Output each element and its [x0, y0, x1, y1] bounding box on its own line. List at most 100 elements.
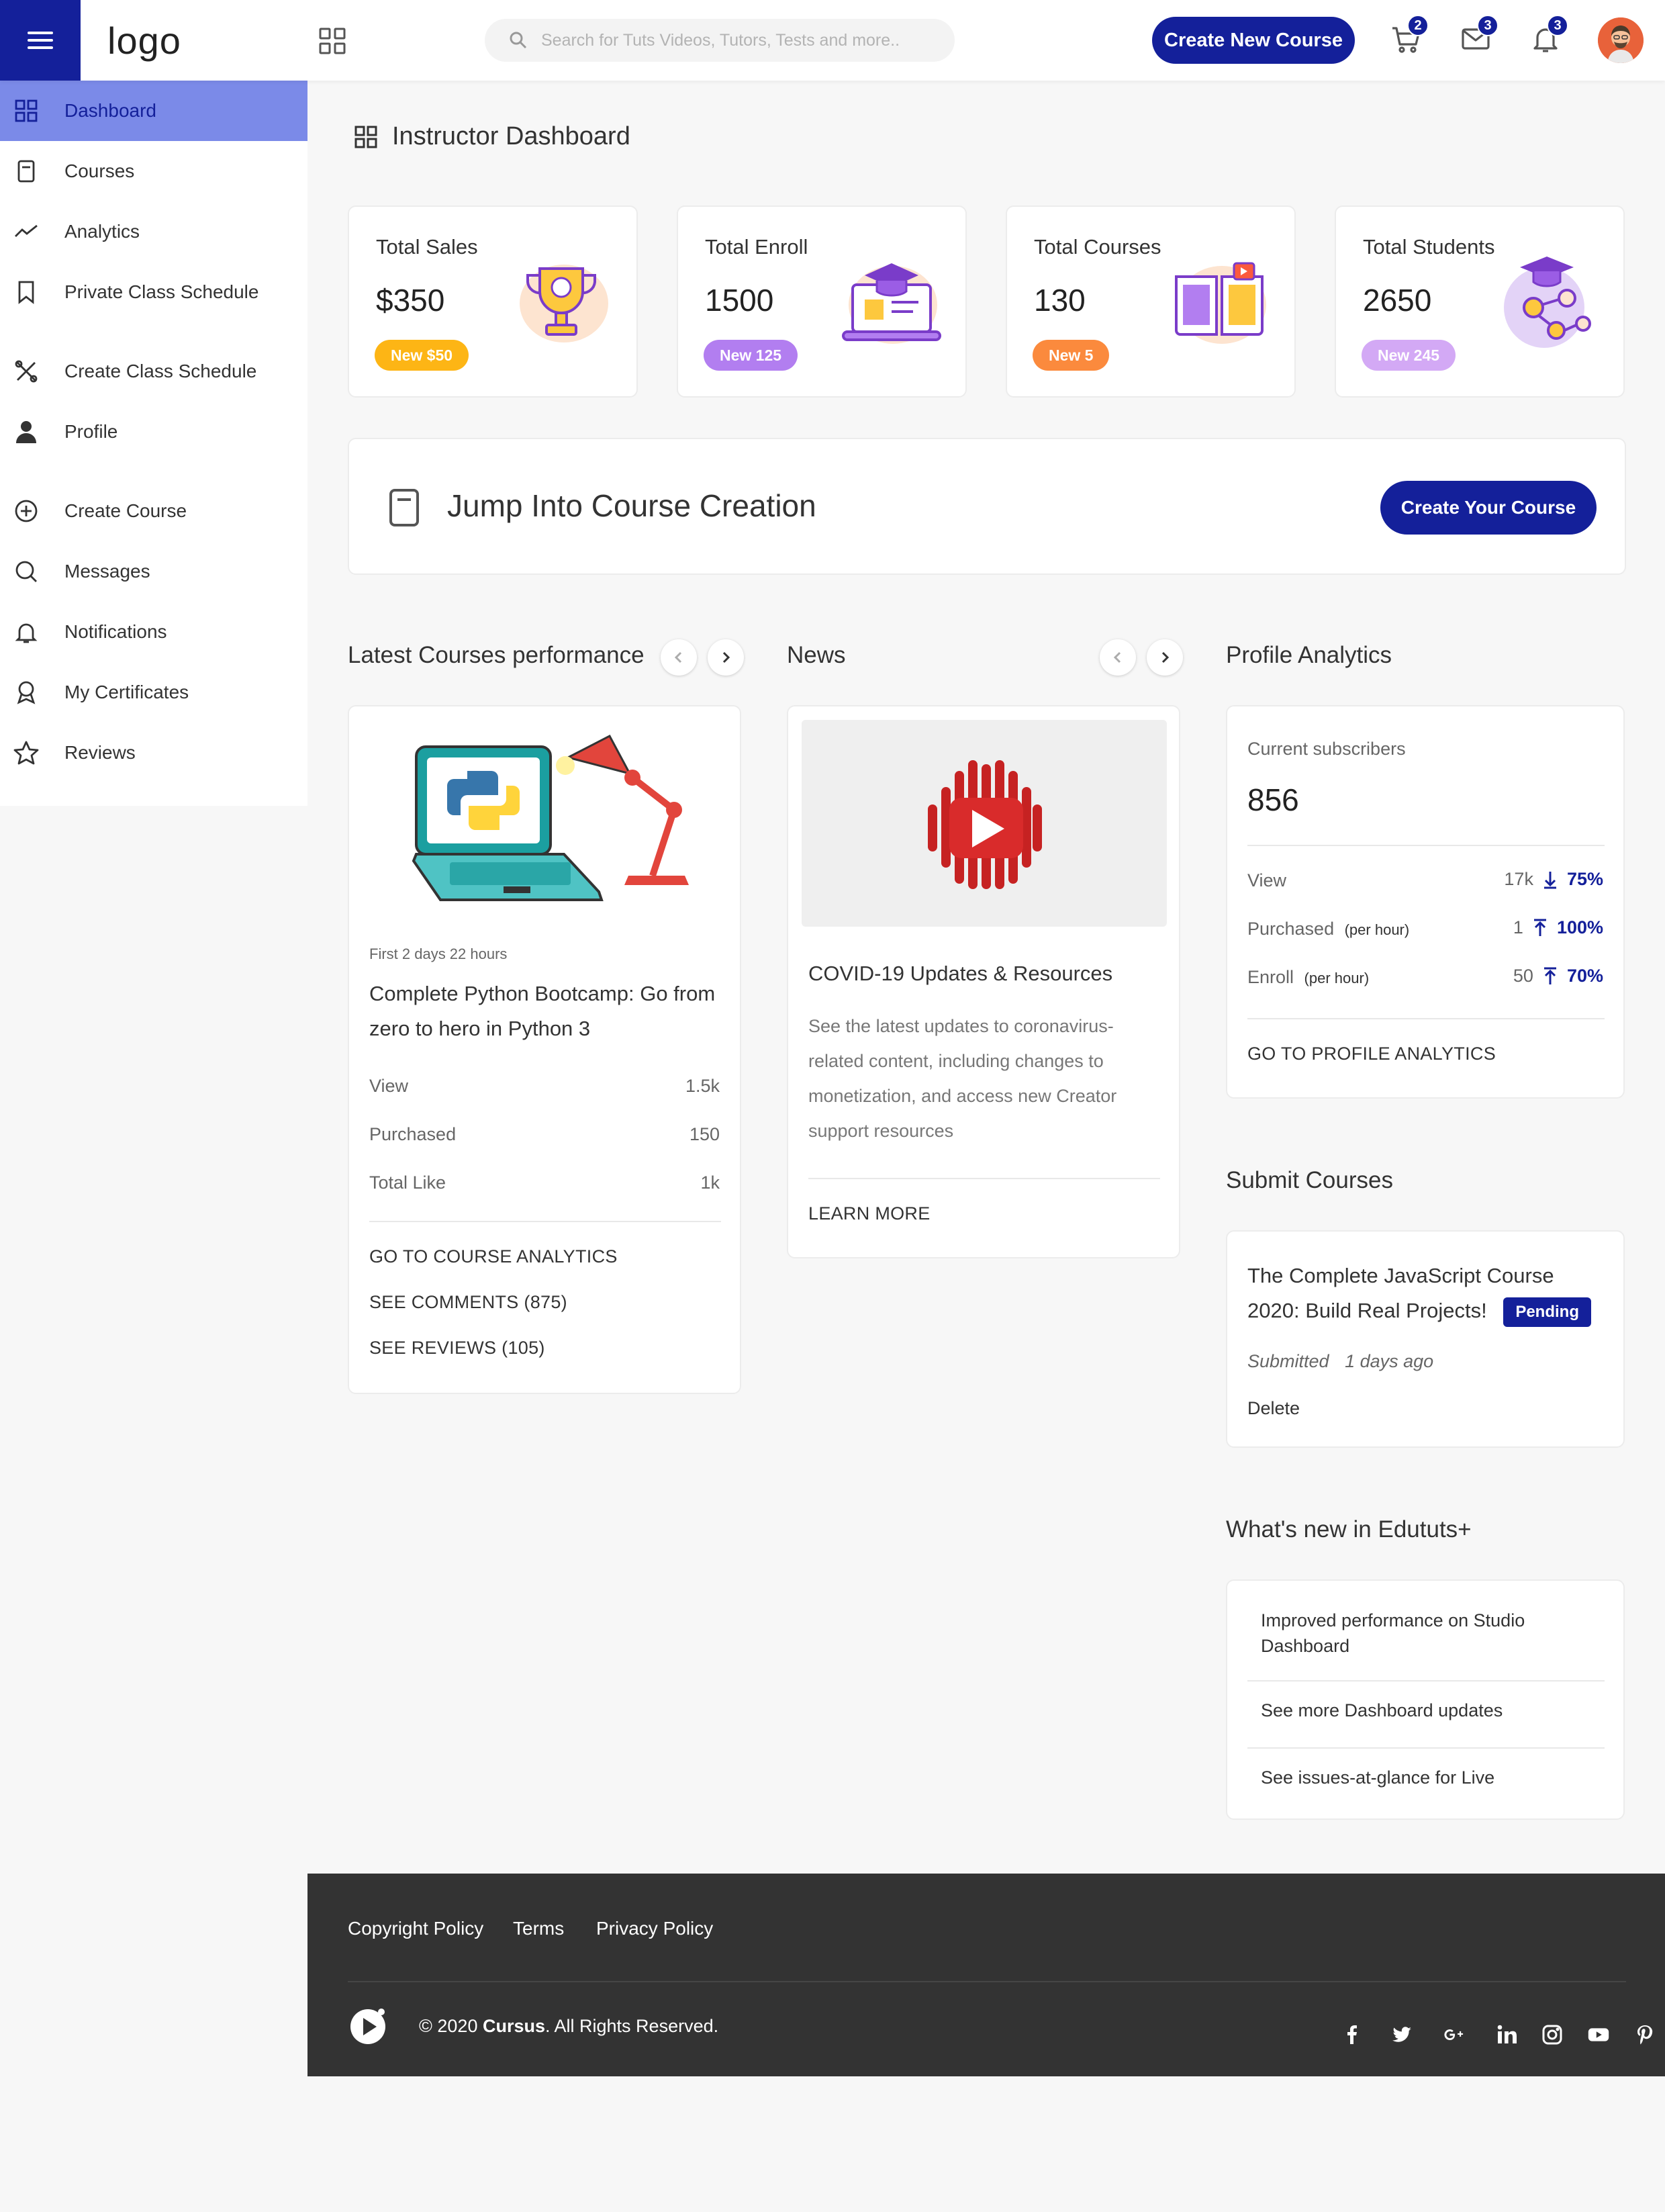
cursus-logo-icon[interactable] [346, 2005, 388, 2047]
course-analytics-link[interactable]: GO TO COURSE ANALYTICS [369, 1246, 618, 1267]
news-prev-button[interactable] [1100, 639, 1136, 676]
stat-badge: New $50 [375, 340, 469, 371]
sidebar-item-private-class-schedule[interactable]: Private Class Schedule [0, 262, 307, 322]
google-plus-icon[interactable] [1438, 2023, 1470, 2047]
create-your-course-button[interactable]: Create Your Course [1380, 481, 1597, 535]
open-book-icon [1175, 262, 1266, 344]
cart-button[interactable]: 2 [1390, 15, 1429, 60]
award-icon [13, 680, 39, 705]
whats-new-title: What's new in Edututs+ [1226, 1516, 1472, 1542]
footer-link-terms[interactable]: Terms [513, 1918, 564, 1939]
news-next-button[interactable] [1147, 639, 1183, 676]
instagram-icon[interactable] [1540, 2023, 1564, 2047]
cart-count-badge: 2 [1407, 15, 1429, 36]
linkedin-icon[interactable] [1494, 2023, 1519, 2047]
delete-link[interactable]: Delete [1247, 1398, 1300, 1419]
footer-link-copyright-policy[interactable]: Copyright Policy [348, 1918, 483, 1939]
see-reviews-link[interactable]: SEE REVIEWS (105) [369, 1338, 545, 1358]
pinterest-icon[interactable] [1633, 2023, 1657, 2047]
whats-new-item[interactable]: See more Dashboard updates [1261, 1700, 1503, 1721]
top-header: logo Create New Course 2 3 3 [0, 0, 1665, 81]
python-course-thumbnail[interactable] [410, 731, 692, 912]
whats-new-item[interactable]: Improved performance on Studio Dashboard [1261, 1608, 1597, 1659]
profile-analytics-link[interactable]: GO TO PROFILE ANALYTICS [1247, 1044, 1496, 1064]
copyright-prefix: © 2020 [419, 2016, 483, 2036]
pending-status-badge: Pending [1503, 1297, 1591, 1327]
sidebar-item-dashboard[interactable]: Dashboard [0, 81, 307, 141]
sidebar-item-analytics[interactable]: Analytics [0, 201, 307, 262]
twitter-icon[interactable] [1390, 2023, 1414, 2047]
see-comments-link[interactable]: SEE COMMENTS (875) [369, 1292, 567, 1313]
sidebar-item-messages[interactable]: Messages [0, 541, 307, 602]
divider [808, 1178, 1160, 1179]
search-icon [510, 32, 527, 49]
sidebar-item-courses[interactable]: Courses [0, 141, 307, 201]
stat-card-total-students: Total Students 2650 New 245 [1335, 205, 1625, 398]
create-new-course-button[interactable]: Create New Course [1152, 17, 1355, 64]
stat-value: 2650 [1363, 283, 1432, 318]
news-headline[interactable]: COVID-19 Updates & Resources [808, 962, 1112, 986]
chevron-left-icon [674, 651, 682, 663]
whats-new-card: Improved performance on Studio Dashboard… [1226, 1579, 1625, 1820]
latest-prev-button[interactable] [661, 639, 697, 676]
chevron-right-icon [722, 651, 730, 663]
analytics-row-stats: 17k 75% [1504, 869, 1603, 890]
analytics-row-value: 50 [1513, 966, 1533, 986]
sidebar-item-create-class-schedule[interactable]: Create Class Schedule [0, 341, 307, 402]
sidebar-item-my-certificates[interactable]: My Certificates [0, 662, 307, 723]
analytics-row-stats: 50 70% [1513, 966, 1603, 986]
news-thumbnail[interactable] [802, 720, 1167, 927]
sidebar-item-notifications[interactable]: Notifications [0, 602, 307, 662]
analytics-row-percent: 70% [1566, 966, 1603, 986]
chat-icon [13, 559, 39, 584]
copyright-suffix: . All Rights Reserved. [545, 2016, 719, 2036]
sidebar: Dashboard Courses Analytics Private Clas… [0, 81, 307, 806]
stat-badge: New 5 [1033, 340, 1110, 371]
messages-count-badge: 3 [1477, 15, 1498, 36]
search-input[interactable] [541, 30, 917, 50]
trend-icon [13, 219, 39, 244]
course-title[interactable]: Complete Python Bootcamp: Go from zero t… [369, 976, 718, 1046]
analytics-row-label: Purchased (per hour) [1247, 919, 1409, 939]
arrow-up-icon [1543, 967, 1556, 984]
analytics-row-label: Enroll (per hour) [1247, 967, 1369, 988]
stat-value: 130 [1034, 283, 1086, 318]
graduation-laptop-icon [842, 263, 941, 344]
menu-toggle-button[interactable] [0, 0, 81, 81]
sidebar-item-reviews[interactable]: Reviews [0, 723, 307, 783]
footer-link-privacy-policy[interactable]: Privacy Policy [596, 1918, 713, 1939]
arrow-down-icon [1543, 871, 1556, 888]
facebook-icon[interactable] [1340, 2023, 1364, 2047]
messages-button[interactable]: 3 [1460, 15, 1498, 60]
stat-badge: New 245 [1362, 340, 1456, 371]
apps-grid-icon[interactable] [318, 27, 346, 55]
submitted-label: Submitted [1247, 1351, 1329, 1371]
news-title: News [787, 642, 846, 668]
sidebar-item-profile[interactable]: Profile [0, 402, 307, 462]
chevron-right-icon [1161, 651, 1170, 663]
stat-card-total-sales: Total Sales $350 New $50 [348, 205, 638, 398]
stat-value: 1500 [705, 283, 774, 318]
user-avatar[interactable] [1598, 17, 1644, 63]
sidebar-item-create-course[interactable]: Create Course [0, 481, 307, 541]
youtube-icon[interactable] [1584, 2023, 1613, 2047]
footer: Copyright Policy Terms Privacy Policy © … [307, 1874, 1665, 2076]
sidebar-item-label: Notifications [64, 621, 167, 642]
learn-more-link[interactable]: LEARN MORE [808, 1203, 931, 1224]
tools-icon [13, 359, 39, 384]
whats-new-item[interactable]: See issues-at-glance for Live [1261, 1767, 1494, 1788]
dashboard-icon [354, 126, 377, 148]
notifications-button[interactable]: 3 [1529, 15, 1568, 60]
analytics-row-name: Purchased [1247, 919, 1335, 939]
latest-courses-title: Latest Courses performance [348, 642, 645, 668]
stat-row-value: 150 [689, 1124, 720, 1144]
latest-next-button[interactable] [708, 639, 744, 676]
stat-row-label: Total Like [369, 1172, 446, 1193]
logo[interactable]: logo [107, 19, 181, 62]
sidebar-item-label: Dashboard [64, 100, 156, 121]
student-network-icon [1504, 257, 1591, 348]
search-bar[interactable] [485, 19, 955, 62]
bell-icon [13, 619, 39, 645]
stat-row-value: 1.5k [685, 1076, 720, 1096]
submitted-meta: Submitted 1 days ago [1247, 1351, 1433, 1372]
